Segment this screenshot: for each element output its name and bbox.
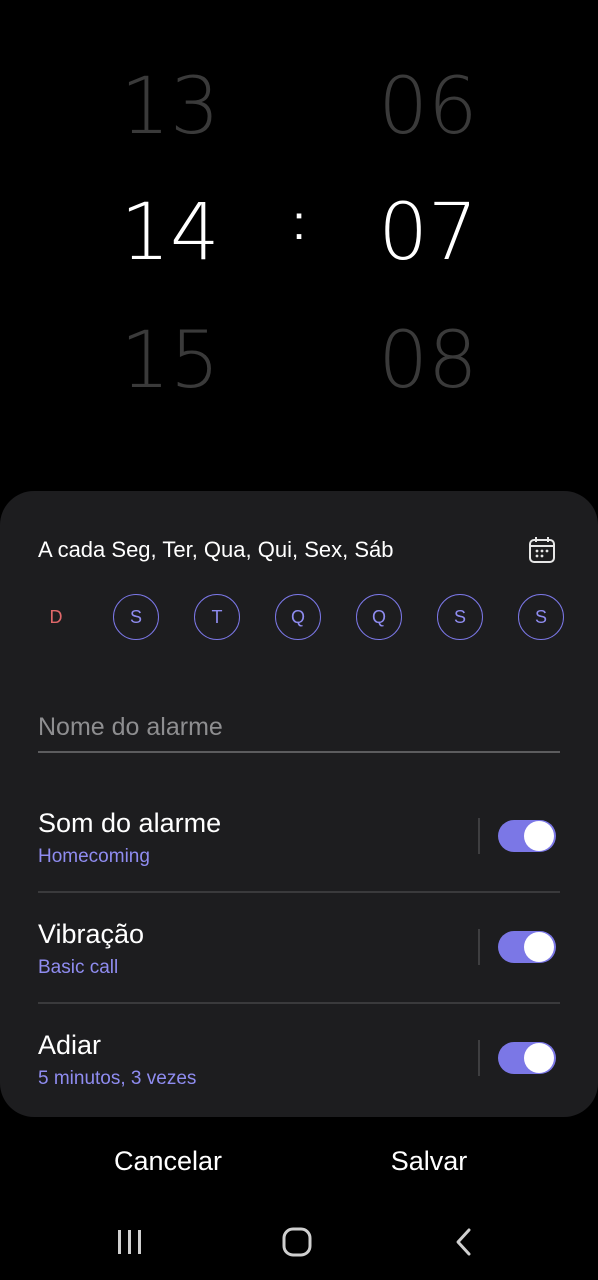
time-picker[interactable]: 13 14 15 : 06 07 08 xyxy=(0,0,598,470)
setting-title: Som do alarme xyxy=(38,808,222,838)
recent-apps-icon[interactable] xyxy=(100,1220,160,1264)
time-separator: : xyxy=(292,197,306,250)
calendar-icon[interactable] xyxy=(528,536,556,564)
setting-subtitle: Basic call xyxy=(38,957,119,978)
day-sunday[interactable]: D xyxy=(33,594,79,640)
minute-current[interactable]: 07 xyxy=(358,194,498,272)
divider xyxy=(38,1002,560,1004)
day-wednesday[interactable]: Q xyxy=(275,594,321,640)
setting-row-alarm-sound[interactable]: Som do alarme Homecoming xyxy=(38,790,560,900)
repeat-summary: A cada Seg, Ter, Qua, Qui, Sex, Sáb xyxy=(38,537,394,562)
row-separator xyxy=(478,818,480,854)
minute-next[interactable]: 08 xyxy=(358,322,498,400)
vibration-toggle[interactable] xyxy=(498,931,556,963)
snooze-toggle[interactable] xyxy=(498,1042,556,1074)
day-monday[interactable]: S xyxy=(113,594,159,640)
day-tuesday[interactable]: T xyxy=(194,594,240,640)
back-icon[interactable] xyxy=(434,1220,494,1264)
setting-title: Vibração xyxy=(38,919,145,949)
row-separator xyxy=(478,929,480,965)
setting-subtitle: 5 minutos, 3 vezes xyxy=(38,1068,197,1089)
toggle-knob xyxy=(524,1043,554,1073)
hour-next[interactable]: 15 xyxy=(100,322,240,400)
cancel-button[interactable]: Cancelar xyxy=(68,1146,268,1177)
day-friday[interactable]: S xyxy=(437,594,483,640)
hour-prev[interactable]: 13 xyxy=(100,68,240,146)
hour-current[interactable]: 14 xyxy=(100,194,240,272)
toggle-knob xyxy=(524,821,554,851)
day-thursday[interactable]: Q xyxy=(356,594,402,640)
setting-subtitle: Homecoming xyxy=(38,846,150,867)
alarm-sound-toggle[interactable] xyxy=(498,820,556,852)
setting-row-snooze[interactable]: Adiar 5 minutos, 3 vezes xyxy=(38,1012,560,1122)
alarm-name-input[interactable] xyxy=(38,703,560,753)
minute-prev[interactable]: 06 xyxy=(358,68,498,146)
day-saturday[interactable]: S xyxy=(518,594,564,640)
divider xyxy=(38,891,560,893)
row-separator xyxy=(478,1040,480,1076)
save-button[interactable]: Salvar xyxy=(329,1146,529,1177)
toggle-knob xyxy=(524,932,554,962)
setting-row-vibration[interactable]: Vibração Basic call xyxy=(38,901,560,1011)
setting-title: Adiar xyxy=(38,1030,102,1060)
home-icon[interactable] xyxy=(267,1220,327,1264)
